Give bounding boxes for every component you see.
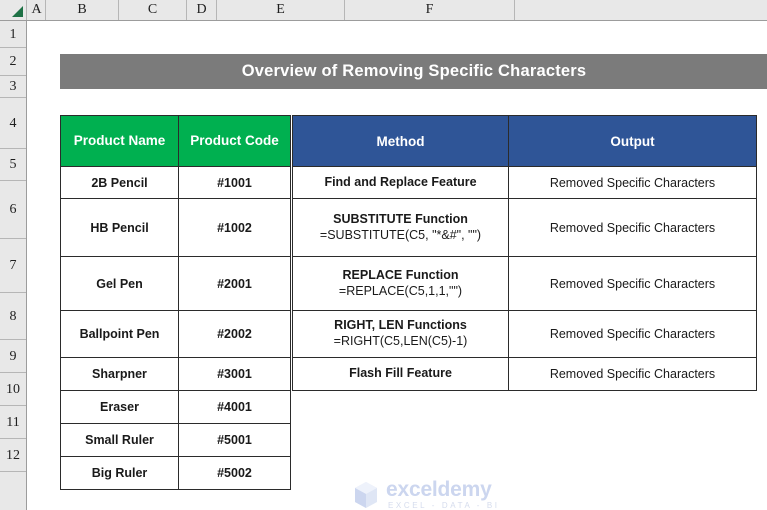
exceldemy-cube-logo-icon (355, 481, 377, 508)
output-cell: Removed Specific Characters (508, 198, 757, 257)
row-header-2[interactable]: 2 (0, 48, 26, 76)
table-row[interactable]: RIGHT, LEN Functions =RIGHT(C5,LEN(C5)-1… (292, 310, 757, 358)
table-row[interactable]: Small Ruler #5001 (60, 423, 291, 457)
method-label: RIGHT, LEN Functions (334, 318, 467, 333)
table-row[interactable]: Big Ruler #5002 (60, 456, 291, 490)
row-header-6[interactable]: 6 (0, 181, 26, 239)
row-header-1[interactable]: 1 (0, 21, 26, 48)
row-header-4[interactable]: 4 (0, 98, 26, 149)
method-label: Flash Fill Feature (349, 366, 452, 381)
table-header-row: Method Output (292, 115, 757, 167)
column-header-e[interactable]: E (217, 0, 345, 20)
watermark: exceldemy EXCEL - DATA - BI (353, 479, 500, 510)
column-header-strip: A B C D E F (0, 0, 767, 21)
product-code-cell: #5001 (178, 423, 291, 457)
table-row[interactable]: 2B Pencil #1001 (60, 166, 291, 199)
row-header-3[interactable]: 3 (0, 76, 26, 98)
product-code-cell: #2002 (178, 310, 291, 358)
row-header-7[interactable]: 7 (0, 239, 26, 293)
product-code-cell: #3001 (178, 357, 291, 391)
watermark-tagline: EXCEL - DATA - BI (388, 501, 500, 510)
page-title-banner: Overview of Removing Specific Characters (60, 54, 767, 89)
method-header: Method (292, 115, 509, 167)
row-header-filler (0, 472, 26, 510)
product-name-cell: Gel Pen (60, 256, 179, 311)
row-header-12[interactable]: 12 (0, 439, 26, 472)
column-header-b[interactable]: B (46, 0, 119, 20)
product-code-cell: #1001 (178, 166, 291, 199)
column-header-f[interactable]: F (345, 0, 515, 20)
table-row[interactable]: Find and Replace Feature Removed Specifi… (292, 166, 757, 199)
output-cell: Removed Specific Characters (508, 256, 757, 311)
watermark-text: exceldemy EXCEL - DATA - BI (386, 479, 500, 510)
column-header-c[interactable]: C (119, 0, 187, 20)
watermark-brand: exceldemy (386, 478, 492, 501)
product-code-cell: #5002 (178, 456, 291, 490)
table-row[interactable]: REPLACE Function =REPLACE(C5,1,1,"") Rem… (292, 256, 757, 311)
method-cell: Find and Replace Feature (292, 166, 509, 199)
spreadsheet-sheet: A B C D E F 1 2 3 4 5 6 7 8 9 10 11 12 O… (0, 0, 767, 510)
method-cell: REPLACE Function =REPLACE(C5,1,1,"") (292, 256, 509, 311)
product-name-cell: HB Pencil (60, 198, 179, 257)
method-formula: =SUBSTITUTE(C5, "*&#", "") (319, 227, 482, 242)
method-cell: SUBSTITUTE Function =SUBSTITUTE(C5, "*&#… (292, 198, 509, 257)
row-header-9[interactable]: 9 (0, 340, 26, 373)
row-header-strip: 1 2 3 4 5 6 7 8 9 10 11 12 (0, 21, 27, 510)
method-label: Find and Replace Feature (324, 174, 477, 189)
select-all-triangle-icon (12, 6, 23, 17)
method-table: Method Output Find and Replace Feature R… (292, 115, 757, 391)
column-header-a[interactable]: A (28, 0, 46, 20)
product-table: Product Name Product Code 2B Pencil #100… (60, 115, 291, 490)
table-header-row: Product Name Product Code (60, 115, 291, 167)
table-row[interactable]: Flash Fill Feature Removed Specific Char… (292, 357, 757, 391)
row-header-8[interactable]: 8 (0, 293, 26, 340)
table-row[interactable]: HB Pencil #1002 (60, 198, 291, 257)
product-code-cell: #1002 (178, 198, 291, 257)
table-row[interactable]: Ballpoint Pen #2002 (60, 310, 291, 358)
product-code-cell: #4001 (178, 390, 291, 424)
grid-cells-area: Overview of Removing Specific Characters… (28, 21, 767, 510)
row-header-11[interactable]: 11 (0, 406, 26, 439)
table-row[interactable]: SUBSTITUTE Function =SUBSTITUTE(C5, "*&#… (292, 198, 757, 257)
product-code-cell: #2001 (178, 256, 291, 311)
method-label: REPLACE Function (342, 267, 459, 282)
product-code-header: Product Code (178, 115, 291, 167)
output-cell: Removed Specific Characters (508, 357, 757, 391)
method-label: SUBSTITUTE Function (333, 211, 468, 226)
method-formula: =RIGHT(C5,LEN(C5)-1) (333, 334, 468, 348)
product-name-cell: 2B Pencil (60, 166, 179, 199)
product-name-cell: Big Ruler (60, 456, 179, 490)
product-name-cell: Ballpoint Pen (60, 310, 179, 358)
select-all-button[interactable] (0, 0, 27, 20)
output-cell: Removed Specific Characters (508, 166, 757, 199)
output-header: Output (508, 115, 757, 167)
product-name-cell: Small Ruler (60, 423, 179, 457)
method-cell: Flash Fill Feature (292, 357, 509, 391)
method-formula: =REPLACE(C5,1,1,"") (338, 283, 463, 298)
product-name-header: Product Name (60, 115, 179, 167)
column-header-d[interactable]: D (187, 0, 217, 20)
row-header-5[interactable]: 5 (0, 149, 26, 181)
method-cell: RIGHT, LEN Functions =RIGHT(C5,LEN(C5)-1… (292, 310, 509, 358)
product-name-cell: Sharpner (60, 357, 179, 391)
table-row[interactable]: Sharpner #3001 (60, 357, 291, 391)
product-name-cell: Eraser (60, 390, 179, 424)
row-header-10[interactable]: 10 (0, 373, 26, 406)
output-cell: Removed Specific Characters (508, 310, 757, 358)
page-title: Overview of Removing Specific Characters (241, 62, 587, 80)
table-row[interactable]: Gel Pen #2001 (60, 256, 291, 311)
table-row[interactable]: Eraser #4001 (60, 390, 291, 424)
